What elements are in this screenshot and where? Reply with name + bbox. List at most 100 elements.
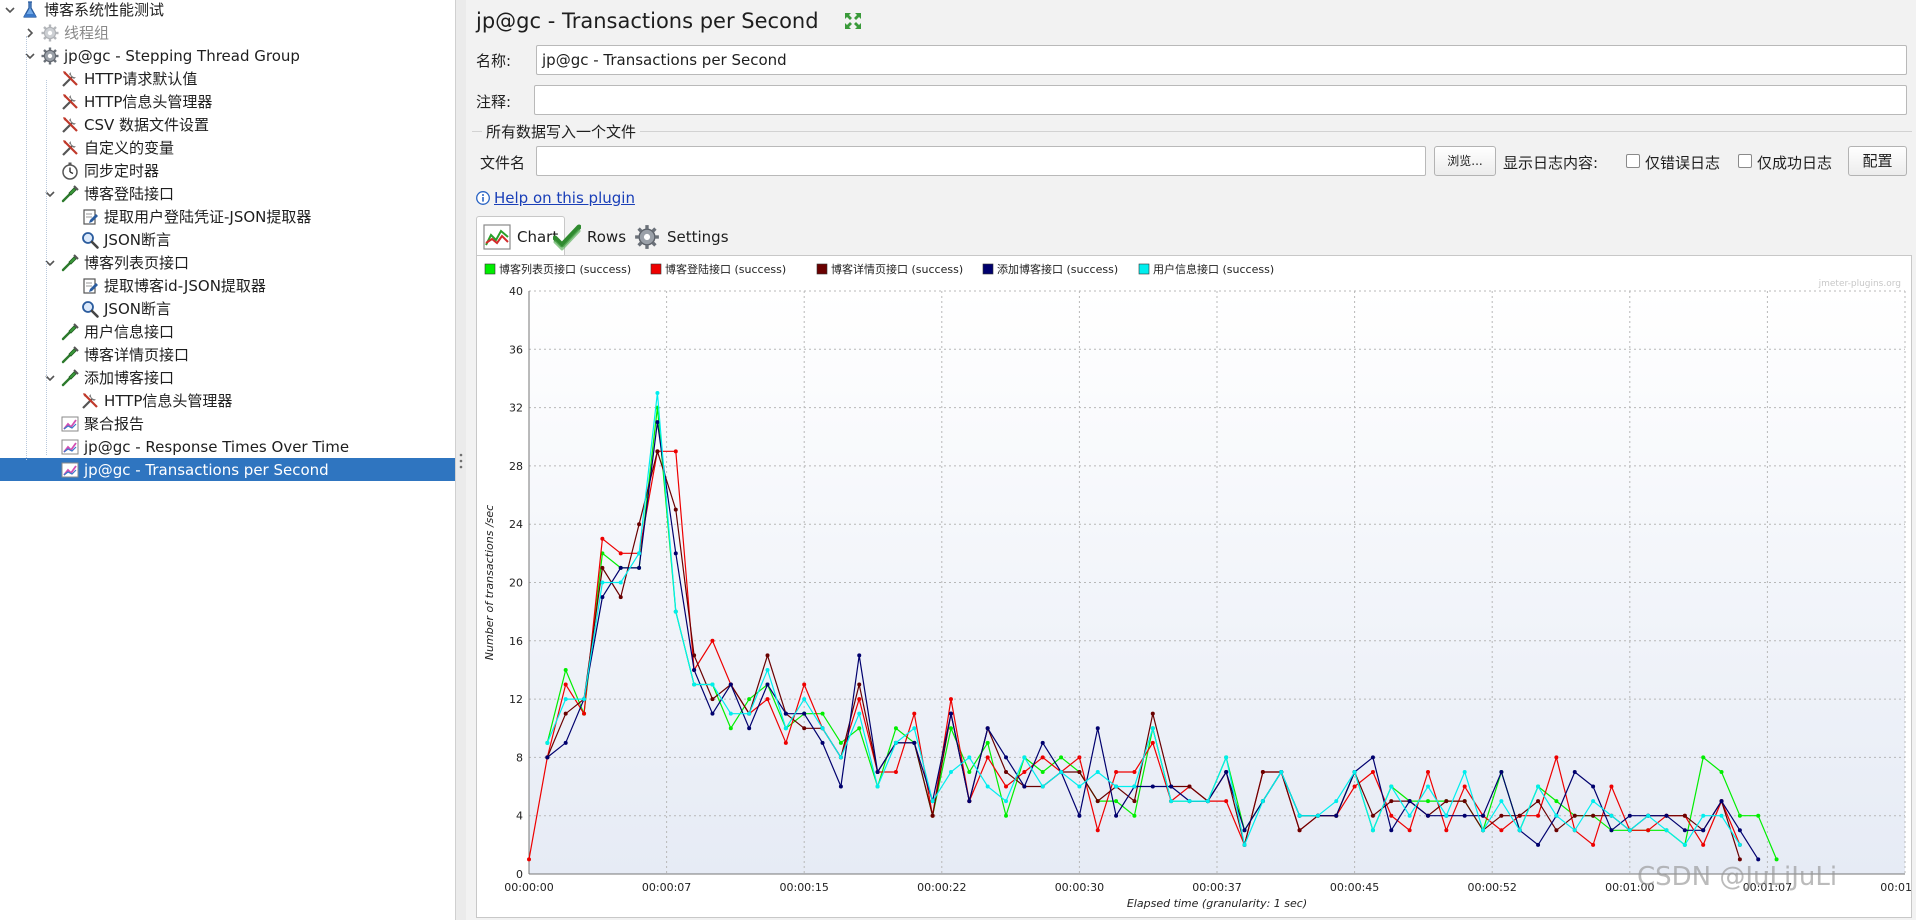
file-group-border: [472, 131, 1912, 132]
data-point: [1315, 813, 1320, 818]
filename-label: 文件名: [480, 154, 526, 172]
tree-item[interactable]: jp@gc - Response Times Over Time: [0, 435, 455, 458]
tab-settings[interactable]: Settings: [626, 216, 736, 256]
data-point: [1774, 857, 1779, 862]
x-tick-label: 00:00:22: [917, 881, 966, 894]
pipette-icon: [60, 184, 80, 204]
tree-item[interactable]: HTTP信息头管理器: [0, 389, 455, 412]
timer-icon: [60, 161, 80, 181]
data-point: [1554, 755, 1559, 760]
data-point: [1462, 799, 1467, 804]
tree-item-label: 提取博客id-JSON提取器: [104, 276, 266, 295]
tree-item[interactable]: JSON断言: [0, 228, 455, 251]
data-point: [1114, 799, 1119, 804]
tree-item[interactable]: jp@gc - Stepping Thread Group: [0, 44, 455, 67]
tree-item[interactable]: 博客详情页接口: [0, 343, 455, 366]
data-point: [1701, 813, 1706, 818]
tree-item[interactable]: JSON断言: [0, 297, 455, 320]
tree-item[interactable]: 提取博客id-JSON提取器: [0, 274, 455, 297]
tab-rows[interactable]: Rows: [546, 216, 633, 256]
data-point: [1536, 842, 1541, 847]
chevron-right-icon[interactable]: [22, 25, 38, 41]
data-point: [618, 565, 623, 570]
magnifier-icon: [80, 230, 100, 250]
data-point: [1627, 813, 1632, 818]
tree-item[interactable]: CSV 数据文件设置: [0, 113, 455, 136]
data-point: [1701, 842, 1706, 847]
configure-button[interactable]: 配置: [1848, 146, 1907, 176]
panel-splitter[interactable]: [456, 0, 466, 920]
filename-input[interactable]: [536, 146, 1426, 176]
data-point: [545, 755, 550, 760]
data-point: [1499, 828, 1504, 833]
data-point: [1536, 784, 1541, 789]
tree-item-label: 博客登陆接口: [84, 184, 175, 203]
splitter-grip-icon[interactable]: [458, 452, 464, 470]
tree-item[interactable]: HTTP请求默认值: [0, 67, 455, 90]
tree-item[interactable]: 博客列表页接口: [0, 251, 455, 274]
expand-icon[interactable]: [843, 11, 863, 31]
errors-only-checkbox[interactable]: [1626, 154, 1640, 168]
help-link[interactable]: Help on this plugin: [494, 189, 635, 207]
chevron-down-icon[interactable]: [42, 255, 58, 271]
name-input[interactable]: jp@gc - Transactions per Second: [536, 45, 1907, 75]
success-only-checkbox[interactable]: [1738, 154, 1752, 168]
data-point: [1554, 813, 1559, 818]
y-tick-label: 20: [509, 577, 523, 590]
test-plan-tree[interactable]: 博客系统性能测试 线程组 jp@gc - Stepping Thread Group…: [0, 0, 456, 920]
data-point: [985, 755, 990, 760]
data-point: [692, 667, 697, 672]
data-point: [1425, 769, 1430, 774]
csdn-watermark: CSDN @JuLiJuLi: [1637, 862, 1838, 892]
data-point: [1040, 755, 1045, 760]
data-point: [1059, 769, 1064, 774]
data-point: [1004, 769, 1009, 774]
tree-item[interactable]: 博客登陆接口: [0, 182, 455, 205]
data-point: [1554, 828, 1559, 833]
tree-guide-line: [46, 80, 47, 455]
info-icon: [476, 191, 490, 205]
data-point: [820, 726, 825, 731]
data-point: [1022, 755, 1027, 760]
x-tick-label: 00:00:00: [504, 881, 553, 894]
errors-only-label: 仅错误日志: [1645, 154, 1721, 172]
data-point: [1517, 813, 1522, 818]
x-tick-label: 00:00:37: [1192, 881, 1241, 894]
chevron-down-icon[interactable]: [22, 48, 38, 64]
tree-item[interactable]: 添加博客接口: [0, 366, 455, 389]
data-point: [967, 755, 972, 760]
data-point: [1756, 813, 1761, 818]
data-point: [838, 755, 843, 760]
data-point: [1077, 755, 1082, 760]
tree-item[interactable]: 同步定时器: [0, 159, 455, 182]
data-point: [948, 697, 953, 702]
tree-item[interactable]: HTTP信息头管理器: [0, 90, 455, 113]
graph-icon: [60, 460, 80, 480]
y-tick-label: 0: [516, 868, 523, 881]
y-tick-label: 4: [516, 810, 523, 823]
comment-input[interactable]: [534, 85, 1907, 115]
browse-button[interactable]: 浏览...: [1434, 146, 1496, 176]
tree-item[interactable]: 聚合报告: [0, 412, 455, 435]
tree-item-label: 博客详情页接口: [84, 345, 190, 364]
chart-area: jmeter-plugins.org 0 4 8 12 16 20 24 28 32 36 40 00:…: [476, 255, 1913, 918]
data-point: [1554, 799, 1559, 804]
data-point: [563, 711, 568, 716]
chevron-down-icon[interactable]: [42, 370, 58, 386]
tree-item[interactable]: 线程组: [0, 21, 455, 44]
tree-item[interactable]: 自定义的变量: [0, 136, 455, 159]
data-point: [692, 653, 697, 658]
data-point: [747, 726, 752, 731]
chart-icon: [483, 223, 511, 251]
chevron-down-icon[interactable]: [2, 2, 18, 18]
tree-item[interactable]: jp@gc - Transactions per Second: [0, 458, 455, 481]
tree-item[interactable]: 用户信息接口: [0, 320, 455, 343]
chevron-down-icon[interactable]: [42, 186, 58, 202]
data-point: [1499, 769, 1504, 774]
tree-item[interactable]: 提取用户登陆凭证-JSON提取器: [0, 205, 455, 228]
tab-label: Rows: [587, 227, 627, 246]
tree-item[interactable]: 博客系统性能测试: [0, 0, 455, 21]
data-point: [765, 697, 770, 702]
